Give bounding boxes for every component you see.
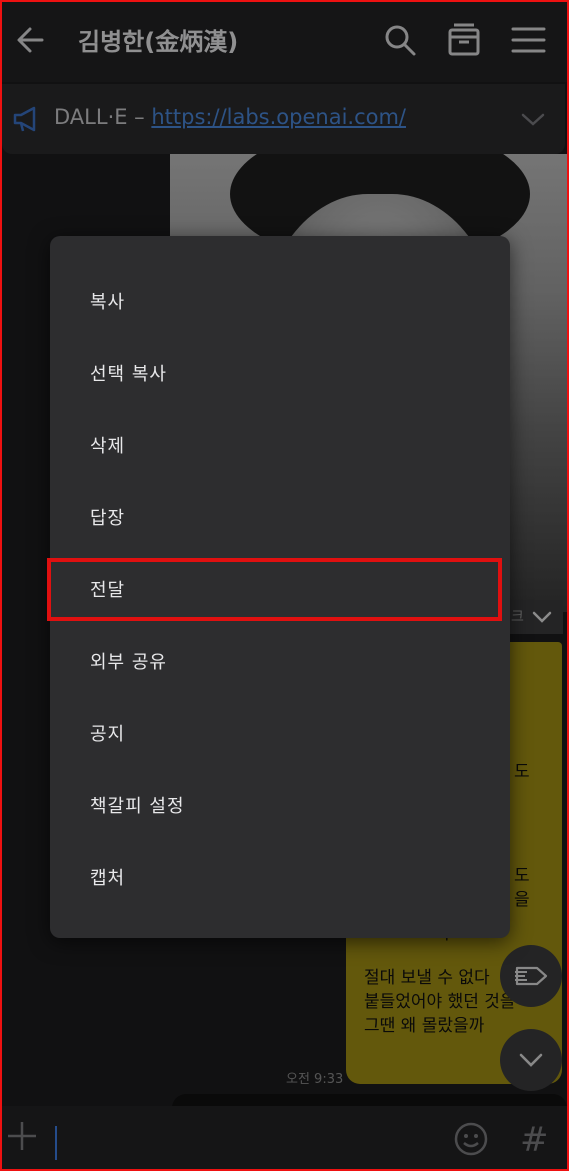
menu-item-reply[interactable]: 답장 xyxy=(50,480,510,552)
menu-item-external-share[interactable]: 외부 공유 xyxy=(50,624,510,696)
menu-item-label: 삭제 xyxy=(90,436,126,457)
menu-item-label: 캡처 xyxy=(90,868,126,889)
menu-item-label: 공지 xyxy=(90,724,126,745)
menu-item-copy[interactable]: 복사 xyxy=(50,264,510,336)
menu-item-notice[interactable]: 공지 xyxy=(50,696,510,768)
menu-item-select-copy[interactable]: 선택 복사 xyxy=(50,336,510,408)
menu-item-delete[interactable]: 삭제 xyxy=(50,408,510,480)
menu-item-label: 책갈피 설정 xyxy=(90,796,185,817)
menu-item-label: 외부 공유 xyxy=(90,652,167,673)
menu-item-label: 선택 복사 xyxy=(90,364,167,385)
menu-item-label: 답장 xyxy=(90,508,126,529)
highlight-box xyxy=(47,558,502,621)
chat-screen: 김병한(金炳漢) DALL·E – https://labs.openai.co… xyxy=(2,2,567,1169)
menu-item-capture[interactable]: 캡처 xyxy=(50,840,510,912)
menu-item-bookmark[interactable]: 책갈피 설정 xyxy=(50,768,510,840)
menu-item-label: 복사 xyxy=(90,292,126,313)
